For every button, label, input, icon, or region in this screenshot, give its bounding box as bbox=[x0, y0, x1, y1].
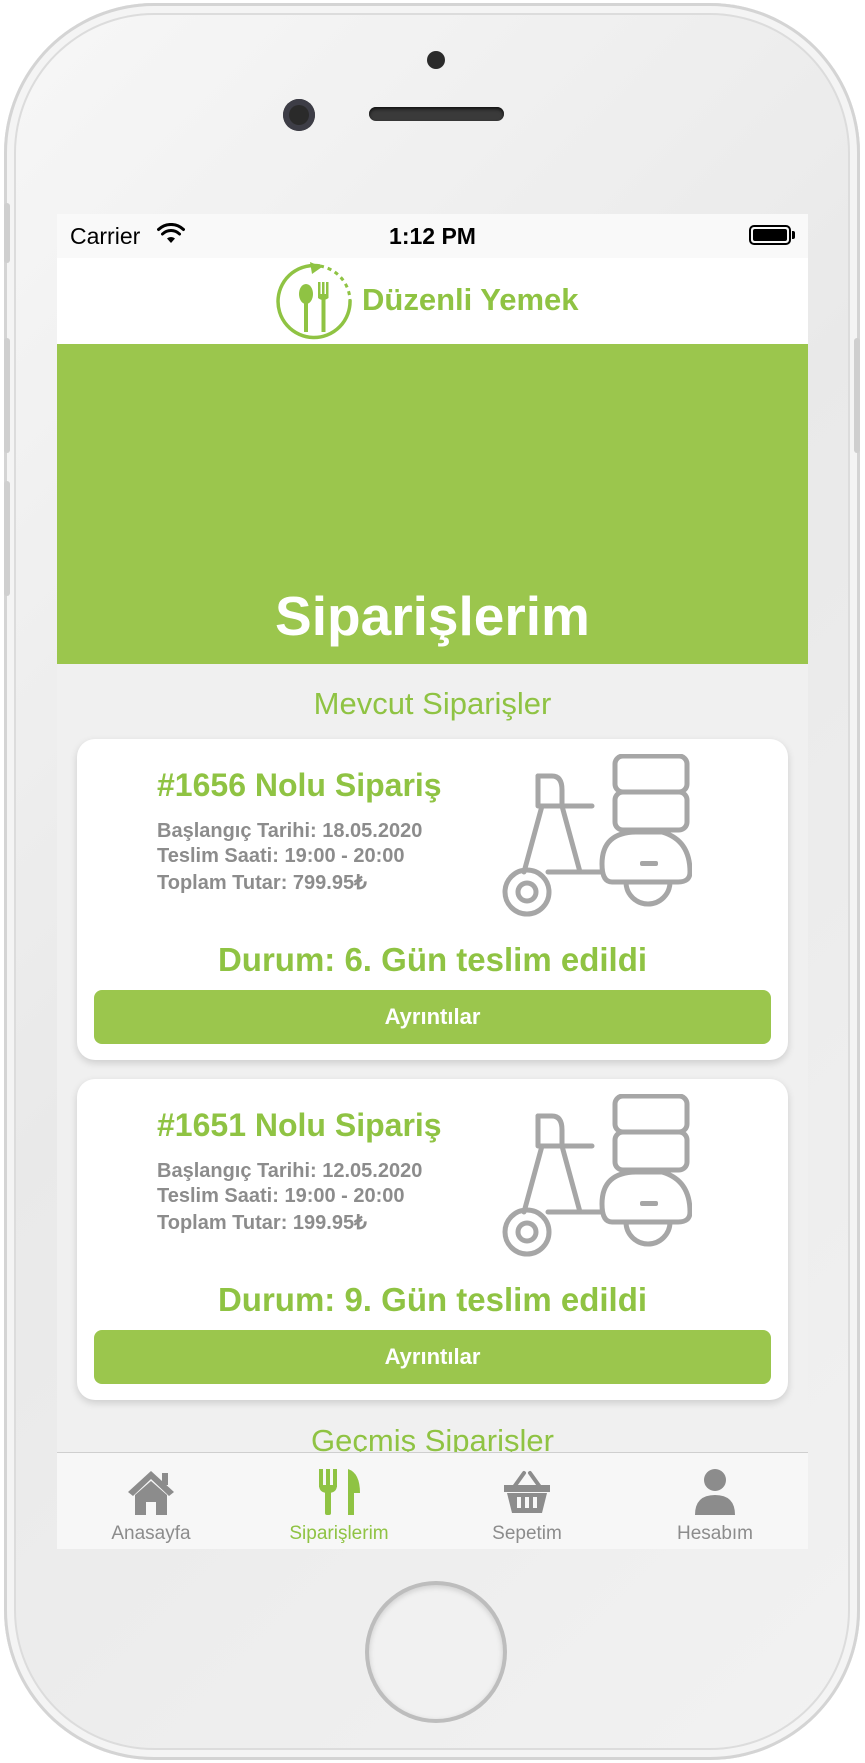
tab-bar: Anasayfa Siparişlerim Sepetim Hesabım bbox=[57, 1452, 808, 1549]
brand-name: Düzenli Yemek bbox=[362, 282, 579, 317]
earpiece-speaker bbox=[369, 107, 504, 121]
page-header: Siparişlerim bbox=[57, 344, 808, 664]
tab-orders[interactable]: Siparişlerim bbox=[245, 1453, 433, 1549]
status-time: 1:12 PM bbox=[389, 223, 476, 249]
scooter-icon bbox=[502, 1094, 692, 1257]
tab-label: Sepetim bbox=[492, 1523, 562, 1544]
order-status: Durum: 6. Gün teslim edildi bbox=[217, 941, 648, 978]
battery-cap bbox=[792, 231, 795, 239]
home-icon bbox=[128, 1471, 174, 1515]
order-delivery-time: Teslim Saati: 19:00 - 20:00 bbox=[157, 1185, 405, 1207]
order-title: #1656 Nolu Sipariş bbox=[157, 767, 442, 803]
front-camera bbox=[283, 99, 315, 131]
scooter-icon bbox=[502, 754, 692, 917]
navigation-bar: Düzenli Yemek bbox=[57, 258, 808, 345]
order-details-button[interactable]: Ayrıntılar bbox=[94, 990, 771, 1044]
tab-basket[interactable]: Sepetim bbox=[433, 1453, 621, 1549]
page-title: Siparişlerim bbox=[275, 585, 590, 647]
battery-icon bbox=[749, 225, 791, 245]
order-title: #1651 Nolu Sipariş bbox=[157, 1107, 442, 1143]
tab-label: Anasayfa bbox=[111, 1523, 191, 1544]
order-start-date: Başlangıç Tarihi: 18.05.2020 bbox=[157, 820, 423, 842]
proximity-sensor bbox=[427, 51, 445, 69]
order-total: Toplam Tutar: 199.95₺ bbox=[157, 1212, 367, 1234]
order-start-date: Başlangıç Tarihi: 12.05.2020 bbox=[157, 1160, 423, 1182]
tab-account[interactable]: Hesabım bbox=[621, 1453, 808, 1549]
basket-icon bbox=[504, 1471, 550, 1513]
app-screen: Carrier 1:12 PM Düzenli Yemek Siparişler… bbox=[57, 214, 808, 1549]
order-delivery-time: Teslim Saati: 19:00 - 20:00 bbox=[157, 845, 405, 867]
order-total: Toplam Tutar: 799.95₺ bbox=[157, 872, 367, 894]
tab-home[interactable]: Anasayfa bbox=[57, 1453, 245, 1549]
tab-label: Siparişlerim bbox=[289, 1523, 389, 1544]
home-button[interactable] bbox=[369, 1585, 503, 1719]
order-card: #1651 Nolu Sipariş Başlangıç Tarihi: 12.… bbox=[77, 1079, 788, 1400]
fork-spoon-cycle-icon bbox=[276, 262, 352, 340]
mute-switch bbox=[4, 203, 10, 263]
user-icon bbox=[695, 1469, 735, 1515]
order-status: Durum: 9. Gün teslim edildi bbox=[217, 1281, 648, 1318]
fork-knife-icon bbox=[319, 1469, 360, 1515]
status-bar: Carrier 1:12 PM bbox=[57, 214, 808, 258]
volume-down-button bbox=[4, 481, 10, 596]
section-title-current: Mevcut Siparişler bbox=[313, 686, 552, 721]
volume-up-button bbox=[4, 338, 10, 453]
tab-label: Hesabım bbox=[676, 1523, 754, 1544]
order-details-button[interactable]: Ayrıntılar bbox=[94, 1330, 771, 1384]
power-button bbox=[854, 338, 860, 453]
order-card: #1656 Nolu Sipariş Başlangıç Tarihi: 18.… bbox=[77, 739, 788, 1060]
